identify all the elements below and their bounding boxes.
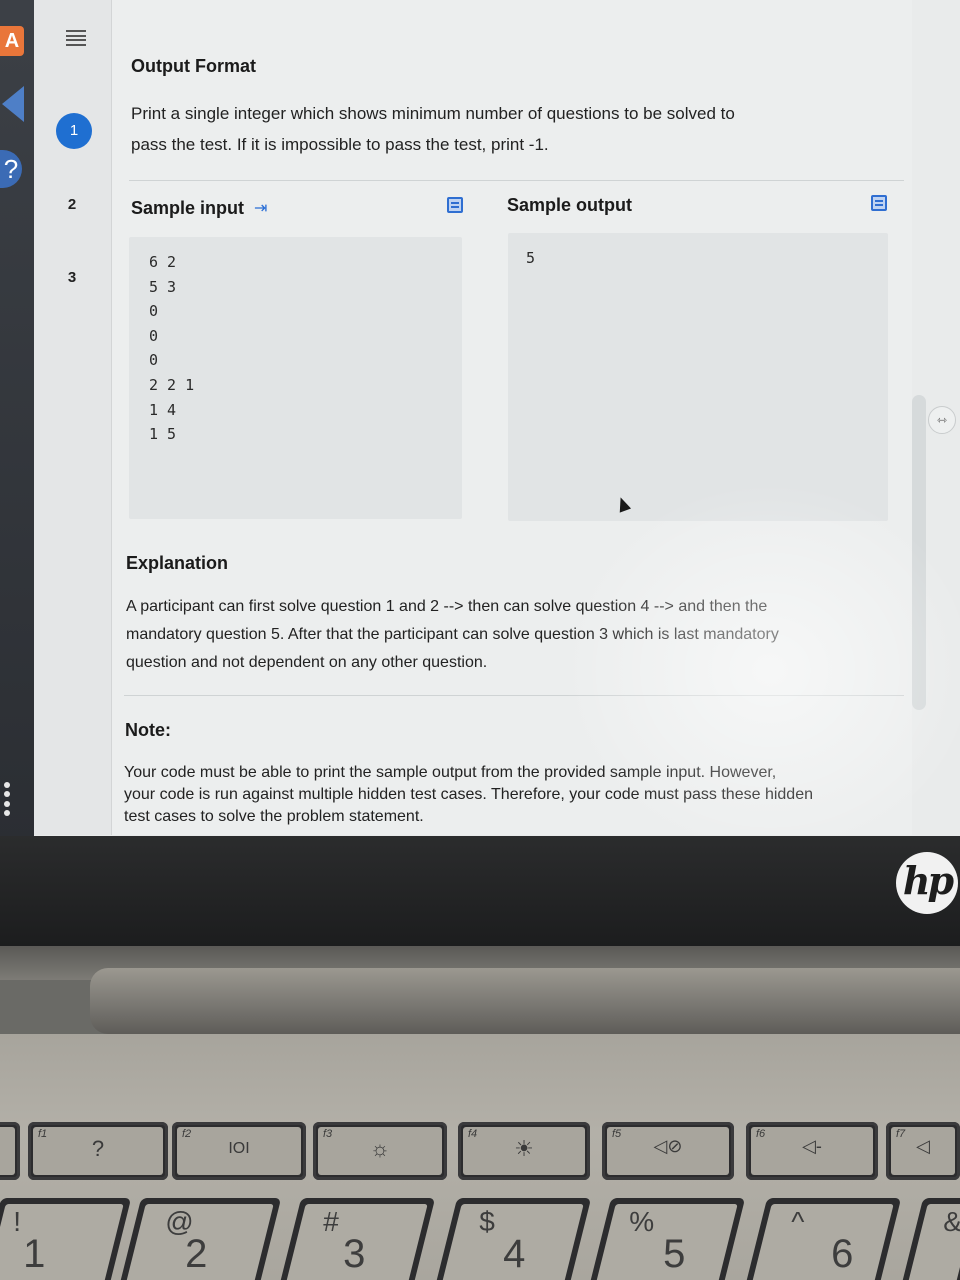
- sample-input-line: 1 5: [149, 425, 177, 444]
- question-nav-item-1[interactable]: 1: [56, 113, 92, 149]
- explanation-line: mandatory question 5. After that the par…: [126, 626, 779, 643]
- output-format-text: Print a single integer which shows minim…: [131, 98, 891, 160]
- sample-output-label: Sample output: [507, 195, 632, 215]
- note-line: test cases to solve the problem statemen…: [124, 808, 424, 825]
- app-icon[interactable]: A: [0, 26, 24, 56]
- section-divider: [129, 180, 904, 181]
- sample-input-line: 0: [149, 351, 159, 370]
- copy-input-icon[interactable]: [447, 197, 463, 213]
- key-f2[interactable]: f2 IOI: [172, 1122, 306, 1180]
- key-f3[interactable]: f3 ☼: [313, 1122, 447, 1180]
- section-divider: [124, 695, 904, 696]
- output-format-heading: Output Format: [131, 56, 256, 76]
- key-1-digit: 1: [23, 1232, 46, 1276]
- brightness-down-icon: ☼: [369, 1136, 391, 1161]
- key-4-digit: 4: [503, 1232, 526, 1276]
- screen-switch-icon: IOI: [228, 1140, 250, 1157]
- content-scrollbar[interactable]: [912, 395, 926, 710]
- sample-output-heading: Sample output: [507, 195, 632, 216]
- key-f5[interactable]: f5 ◁⊘: [602, 1122, 734, 1180]
- copy-output-icon[interactable]: [871, 195, 887, 211]
- note-text: Your code must be able to print the samp…: [124, 762, 910, 828]
- key-3[interactable]: # 3: [278, 1198, 436, 1280]
- question-nav-item-3[interactable]: 3: [54, 260, 90, 296]
- sample-input-line: 5 3: [149, 277, 177, 296]
- laptop-screen: A ? 1 2 3 Output Format Print a single i…: [0, 0, 960, 845]
- explanation-line: A participant can first solve question 1…: [126, 598, 768, 615]
- note-heading: Note:: [125, 720, 171, 740]
- key-6-digit: 6: [831, 1232, 854, 1276]
- explanation-heading: Explanation: [126, 553, 229, 573]
- sample-input-line: 1 4: [149, 400, 177, 419]
- key-f6[interactable]: f6 ◁-: [746, 1122, 878, 1180]
- key-5-symbol: %: [629, 1206, 655, 1237]
- left-app-strip: A ?: [0, 0, 34, 845]
- problem-content: Output Format Print a single integer whi…: [112, 0, 912, 835]
- key-6-symbol: ^: [791, 1206, 805, 1237]
- key-edge-left[interactable]: [0, 1122, 20, 1180]
- key-3-symbol: #: [323, 1206, 339, 1237]
- sample-input-line: 0: [149, 326, 159, 345]
- key-2-digit: 2: [185, 1232, 208, 1276]
- hp-logo: hp: [896, 852, 958, 914]
- key-f4[interactable]: f4 ☀: [458, 1122, 590, 1180]
- sample-input-line: 2 2 1: [149, 375, 195, 394]
- key-5[interactable]: % 5: [588, 1198, 746, 1280]
- question-nav-item-2[interactable]: 2: [54, 187, 90, 223]
- key-5-digit: 5: [663, 1232, 686, 1276]
- note-line: Your code must be able to print the samp…: [124, 764, 777, 781]
- volume-up-icon: ◁: [916, 1136, 930, 1156]
- volume-down-icon: ◁-: [802, 1136, 822, 1156]
- key-6[interactable]: ^ 6: [744, 1198, 902, 1280]
- panel-resize-handle-icon[interactable]: ⇿: [928, 406, 956, 434]
- brightness-up-icon: ☀: [514, 1136, 534, 1161]
- sample-input-line: 0: [149, 302, 159, 321]
- key-2[interactable]: @ 2: [118, 1198, 282, 1280]
- explanation-text: A participant can first solve question 1…: [126, 593, 906, 677]
- back-arrow-icon[interactable]: [2, 86, 24, 122]
- sample-input-box[interactable]: 6 2 5 3 0 0 0 2 2 1 1 4 1 5: [129, 237, 462, 519]
- screen-bezel: [0, 836, 960, 946]
- output-format-line: pass the test. If it is impossible to pa…: [131, 135, 549, 154]
- mute-icon: ◁⊘: [653, 1136, 683, 1156]
- key-f1[interactable]: f1 ?: [28, 1122, 168, 1180]
- menu-icon[interactable]: [66, 30, 86, 46]
- explanation-line: question and not dependent on any other …: [126, 654, 488, 671]
- sample-output-box[interactable]: 5: [508, 233, 888, 521]
- sample-output-line: 5: [526, 249, 536, 267]
- key-f2-label: f2: [182, 1128, 192, 1140]
- help-icon[interactable]: ?: [0, 150, 22, 188]
- help-key-icon: ?: [91, 1136, 105, 1161]
- more-options-icon[interactable]: [3, 782, 11, 816]
- note-line: your code is run against multiple hidden…: [124, 786, 813, 803]
- open-in-editor-icon[interactable]: ⇥: [254, 200, 272, 217]
- sample-input-label: Sample input: [131, 198, 245, 218]
- key-7-symbol: &: [943, 1206, 960, 1237]
- key-3-digit: 3: [343, 1232, 366, 1276]
- sample-input-heading: Sample input ⇥: [131, 198, 272, 219]
- output-format-line: Print a single integer which shows minim…: [131, 104, 735, 123]
- key-f7[interactable]: f7 ◁: [886, 1122, 960, 1180]
- sample-input-line: 6 2: [149, 253, 177, 271]
- question-navigation: 1 2 3: [34, 0, 112, 835]
- key-4-symbol: $: [479, 1206, 495, 1237]
- hinge-bar: [90, 968, 960, 1034]
- key-1-symbol: !: [13, 1206, 22, 1237]
- key-1[interactable]: ! 1: [0, 1198, 132, 1280]
- key-4[interactable]: $ 4: [434, 1198, 592, 1280]
